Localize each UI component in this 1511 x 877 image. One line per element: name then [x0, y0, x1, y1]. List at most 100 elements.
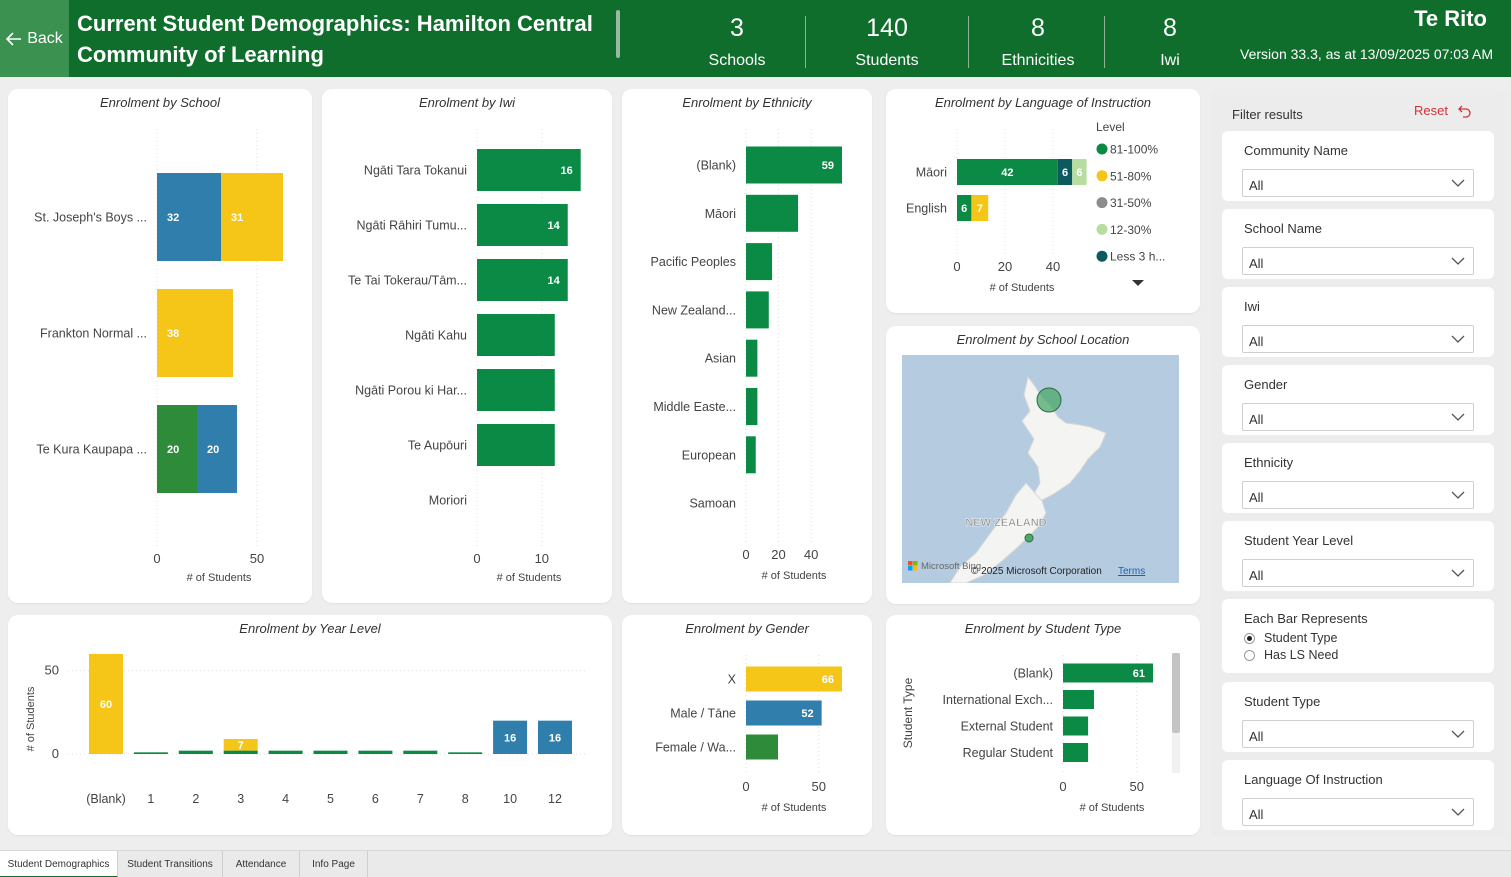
kpi-schools-label: Schools — [708, 52, 766, 69]
ethnicity-filter: Ethnicity All — [1222, 443, 1494, 513]
language-dropdown[interactable]: All — [1242, 798, 1474, 826]
enrolment-by-year-card: Enrolment by Year Level 0 50 # of Students… — [8, 615, 612, 835]
y-axis-title: Student Type — [901, 677, 915, 748]
tab-student-transitions[interactable]: Student Transitions — [118, 851, 223, 877]
category-label: Moriori — [429, 494, 467, 508]
filter-pane: Filter results Reset Community Name All … — [1210, 89, 1508, 837]
bar — [268, 750, 303, 754]
category-label: Māori — [705, 207, 736, 221]
filter-label: Iwi — [1244, 299, 1260, 314]
chevron-down-icon — [1451, 730, 1465, 738]
data-label: 66 — [822, 674, 834, 686]
tab-attendance[interactable]: Attendance — [223, 851, 300, 877]
x-tick-label: 0 — [1059, 779, 1066, 794]
school-location-dot — [1024, 533, 1034, 543]
legend-marker — [1096, 223, 1108, 235]
country-label: NEW ZEALAND — [965, 517, 1046, 529]
ethnicity-dropdown[interactable]: All — [1242, 481, 1474, 509]
report-header: Back Current Student Demographics: Hamil… — [0, 0, 1511, 77]
x-axis-title: # of Students — [990, 282, 1055, 294]
brand-logo: Te Rito — [1414, 6, 1487, 31]
category-label: European — [682, 448, 736, 462]
data-label: 6 — [1062, 167, 1068, 179]
category-label: New Zealand... — [652, 303, 736, 317]
tab-student-demographics[interactable]: Student Demographics — [0, 851, 118, 877]
y-tick-label: 0 — [52, 746, 59, 761]
community-name-filter: Community Name All — [1222, 131, 1494, 201]
legend-marker — [1096, 143, 1108, 155]
back-label: Back — [27, 29, 63, 47]
radio-has-ls-need[interactable]: Has LS Need — [1244, 648, 1338, 662]
category-label: Female / Wa... — [655, 741, 736, 755]
reset-button[interactable]: Reset — [1414, 103, 1472, 118]
kpi-schools-value: 3 — [730, 14, 744, 42]
data-label: 61 — [1133, 668, 1145, 680]
x-tick-label: (Blank) — [86, 792, 126, 806]
chevron-down-icon — [1451, 257, 1465, 265]
radio-student-type[interactable]: Student Type — [1244, 631, 1337, 645]
x-tick-label: 40 — [1046, 259, 1060, 274]
category-label: (Blank) — [1013, 667, 1053, 681]
tab-info-page[interactable]: Info Page — [300, 851, 368, 877]
radio-unselected-icon — [1244, 649, 1255, 661]
back-button[interactable]: Back — [0, 0, 69, 77]
filter-label: Community Name — [1244, 143, 1349, 158]
enrolment-by-iwi-chart: 0 10 # of Students Ngāti Tara Tokanui 16 Ngāt… — [348, 129, 581, 584]
school-name-dropdown[interactable]: All — [1242, 247, 1474, 275]
category-label: Ngāti Porou ki Har... — [355, 384, 467, 398]
chevron-down-icon — [1451, 569, 1465, 577]
nz-map[interactable]: NEW ZEALAND Microsoft Bing © 2025 Micros… — [902, 355, 1179, 583]
x-tick-label: 0 — [153, 551, 160, 566]
dropdown-value: All — [1249, 256, 1264, 271]
x-tick-label: 4 — [282, 792, 289, 806]
data-label: 6 — [961, 203, 967, 215]
iwi-dropdown[interactable]: All — [1242, 325, 1474, 353]
chevron-down-icon — [1451, 413, 1465, 421]
radio-label: Has LS Need — [1264, 648, 1339, 662]
language-filter: Language Of Instruction All — [1222, 760, 1494, 830]
y-tick-label: 50 — [45, 663, 59, 678]
kpi-ethnicities-value: 8 — [1031, 14, 1045, 42]
bar-represents-filter: Each Bar Represents Student Type Has LS … — [1222, 599, 1494, 673]
dropdown-value: All — [1249, 568, 1264, 583]
version-text: Version 33.3, as at 13/09/2025 07:03 AM — [1240, 46, 1493, 62]
student-type-dropdown[interactable]: All — [1242, 720, 1474, 748]
student-type-filter: Student Type All — [1222, 682, 1494, 752]
x-tick-label: 0 — [742, 547, 749, 562]
gender-dropdown[interactable]: All — [1242, 403, 1474, 431]
dropdown-value: All — [1249, 807, 1264, 822]
bar — [746, 436, 756, 474]
bar — [746, 388, 758, 425]
bar — [1063, 690, 1094, 709]
x-tick-label: 0 — [742, 779, 749, 794]
category-label: Middle Easte... — [653, 400, 736, 414]
x-tick-label: 2 — [192, 792, 199, 806]
community-name-dropdown[interactable]: All — [1242, 169, 1474, 197]
data-label: 20 — [167, 444, 179, 456]
dropdown-value: All — [1249, 178, 1264, 193]
x-tick-label: 20 — [998, 259, 1012, 274]
data-label: 59 — [822, 160, 834, 172]
category-label: Pacific Peoples — [651, 255, 736, 269]
kpi-iwi-label: Iwi — [1160, 52, 1180, 69]
year-level-filter: Student Year Level All — [1222, 521, 1494, 591]
map-terms-link[interactable]: Terms — [1118, 566, 1145, 577]
bar — [746, 734, 778, 760]
year-level-dropdown[interactable]: All — [1242, 559, 1474, 587]
kpi-ethnicities: 8 Ethnicities — [993, 12, 1083, 72]
x-tick-label: 10 — [535, 551, 549, 566]
dropdown-value: All — [1249, 412, 1264, 427]
category-label: Frankton Normal ... — [40, 327, 147, 341]
category-label: Te Tai Tokerau/Tām... — [348, 274, 467, 288]
filter-label: Gender — [1244, 377, 1288, 392]
data-label: 42 — [1001, 167, 1013, 179]
bar — [1063, 716, 1089, 736]
category-label: Te Aupōuri — [408, 439, 467, 453]
category-label: Ngāti Kahu — [405, 329, 467, 343]
kpi-divider — [968, 16, 969, 68]
arrow-left-icon — [6, 31, 22, 46]
school-location-bubble — [1036, 387, 1062, 413]
school-name-filter: School Name All — [1222, 209, 1494, 279]
legend-label: 51-80% — [1110, 169, 1152, 183]
category-label: Te Kura Kaupapa ... — [37, 443, 148, 457]
